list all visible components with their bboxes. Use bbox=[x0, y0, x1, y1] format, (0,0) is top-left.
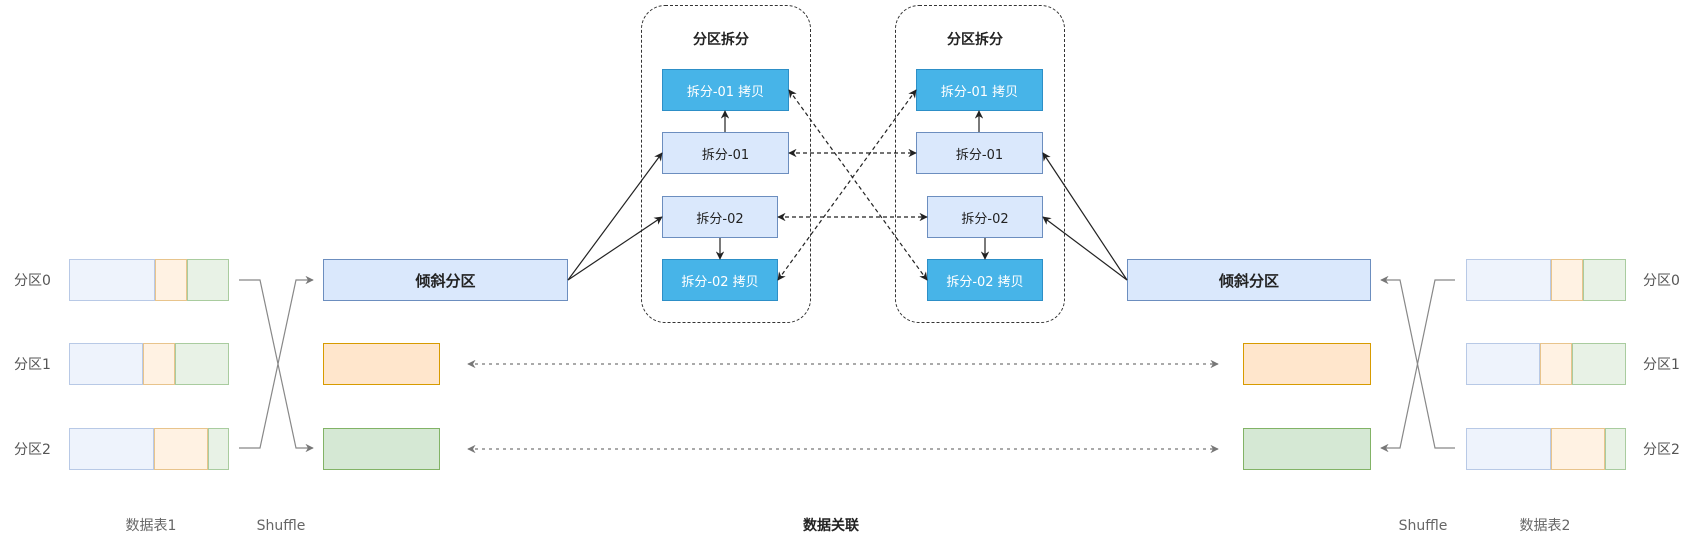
center-caption: 数据关联 bbox=[803, 518, 859, 534]
split-to-copy-arrows bbox=[715, 110, 990, 260]
right-table-caption: 数据表2 bbox=[1519, 518, 1571, 534]
skew-to-split-arrows bbox=[567, 152, 1128, 281]
left-table-caption: 数据表1 bbox=[125, 518, 177, 534]
partition-join-arrows bbox=[467, 359, 1219, 454]
skew-join-diagram: 分区0 分区1 分区2 分区0 分区1 分区2 倾斜分区 倾斜分区 分区拆分 拆… bbox=[0, 0, 1691, 538]
split-join-arrows bbox=[777, 89, 928, 281]
left-shuffle-caption: Shuffle bbox=[256, 518, 306, 534]
right-shuffle-caption: Shuffle bbox=[1398, 518, 1448, 534]
left-shuffle-lines bbox=[239, 275, 314, 453]
right-shuffle-lines bbox=[1380, 275, 1455, 453]
connector-lines bbox=[239, 89, 1455, 454]
